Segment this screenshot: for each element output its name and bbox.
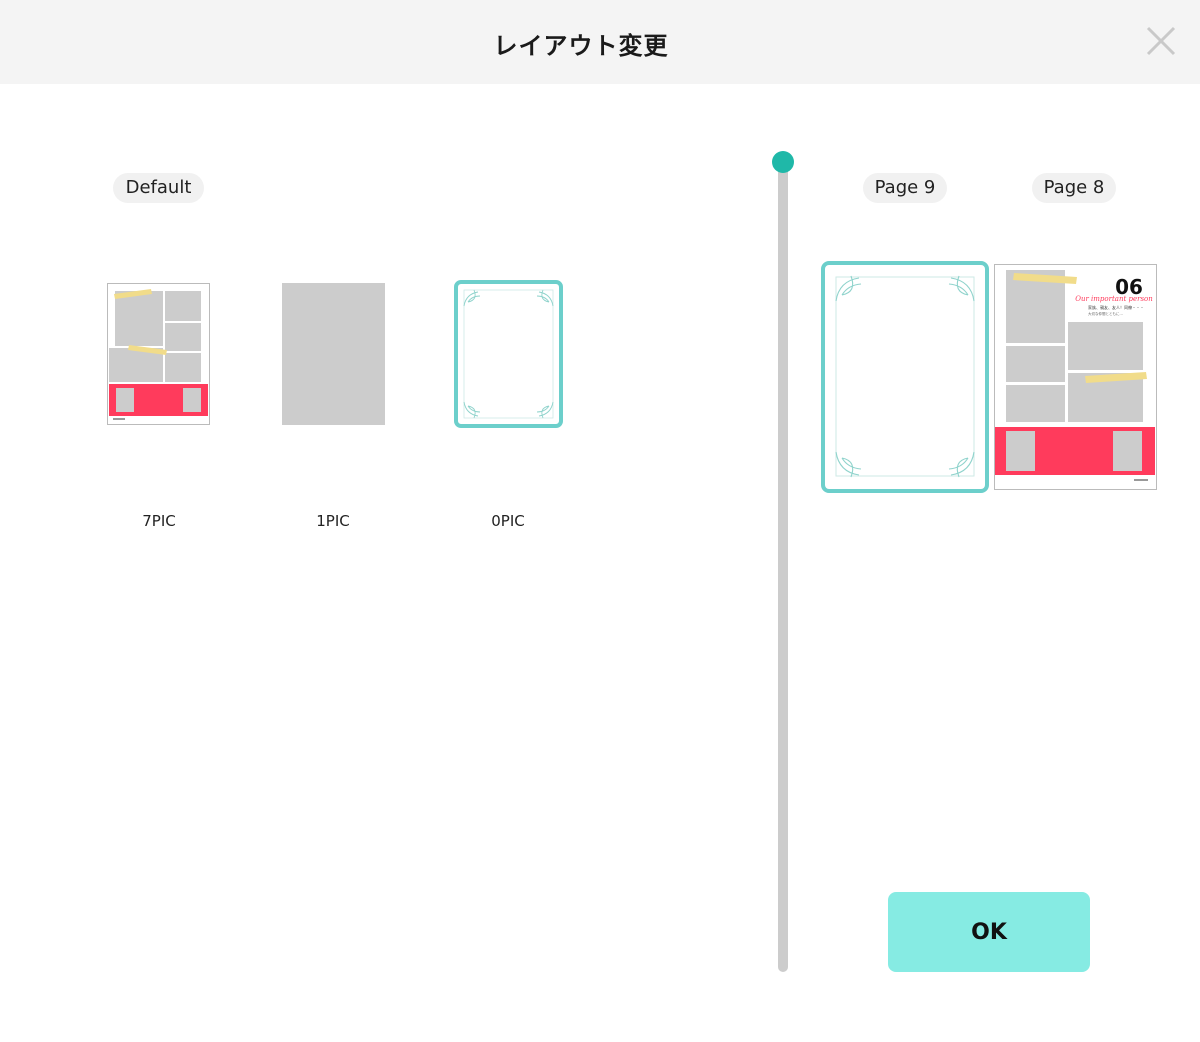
layout-0pic-label: 0PIC xyxy=(491,512,525,530)
close-button[interactable] xyxy=(1140,20,1182,62)
page-tab-9[interactable]: Page 9 xyxy=(863,173,947,203)
layout-7pic-preview xyxy=(107,283,210,425)
page-9-preview[interactable] xyxy=(821,261,989,493)
page-8-layout-preview: 06 Our important person 家族、親友、友人！同僚・・・ 大… xyxy=(994,264,1157,490)
layout-7pic-label: 7PIC xyxy=(142,512,176,530)
page-tab-8[interactable]: Page 8 xyxy=(1032,173,1116,203)
layout-option-0pic[interactable] xyxy=(454,280,563,428)
layout-1pic-preview xyxy=(282,283,385,425)
page-9-frame-preview xyxy=(821,261,989,493)
dialog-title: レイアウト変更 xyxy=(493,32,669,60)
close-icon xyxy=(1146,26,1176,56)
layout-1pic-label: 1PIC xyxy=(316,512,350,530)
layout-option-1pic[interactable] xyxy=(282,283,385,425)
layout-group-label: Default xyxy=(113,173,204,203)
page-8-subtitle: Our important person xyxy=(1075,295,1153,303)
page-8-text-line1: 家族、親友、友人！同僚・・・ xyxy=(1088,304,1144,310)
vertical-scroll-track[interactable] xyxy=(778,160,788,972)
scroll-handle[interactable] xyxy=(772,151,794,173)
layout-change-dialog: レイアウト変更 Default 7PIC 1PIC 0PIC Page 9 Pa… xyxy=(0,0,1200,1042)
dialog-header: レイアウト変更 xyxy=(0,0,1200,84)
page-8-preview[interactable]: 06 Our important person 家族、親友、友人！同僚・・・ 大… xyxy=(994,264,1157,490)
layout-option-7pic[interactable] xyxy=(107,283,210,425)
ok-button[interactable]: OK xyxy=(888,892,1090,972)
layout-0pic-preview xyxy=(454,280,563,428)
page-8-text-line2: 大切な仲間とともに... xyxy=(1088,311,1123,316)
